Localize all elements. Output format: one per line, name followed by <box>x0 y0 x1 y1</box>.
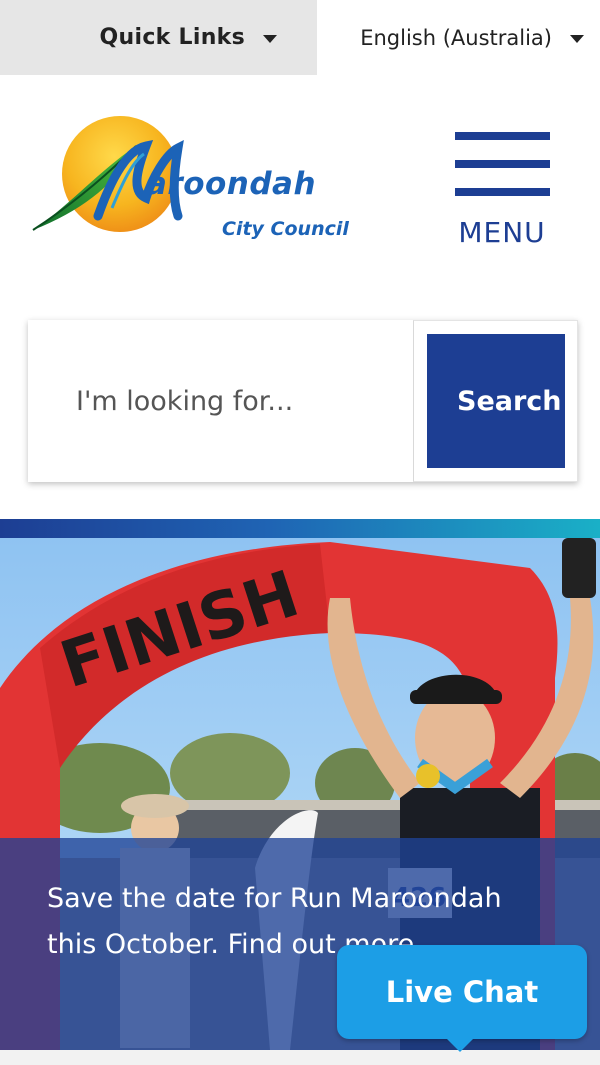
logo-subtitle: City Council <box>222 218 349 240</box>
hamburger-icon <box>455 132 550 140</box>
maroondah-logo[interactable]: aroondah City Council <box>28 112 378 247</box>
search-box: Search <box>28 320 578 482</box>
quick-links-label: Quick Links <box>99 25 245 50</box>
menu-label: MENU <box>458 216 546 249</box>
search-input[interactable] <box>28 320 413 482</box>
hamburger-bar <box>455 160 550 168</box>
speech-bubble-tail-icon <box>447 1039 473 1052</box>
live-chat-label: Live Chat <box>385 975 539 1009</box>
menu-button[interactable]: MENU <box>452 130 552 252</box>
search-button-frame: Search <box>413 320 578 482</box>
chevron-down-icon <box>263 34 277 43</box>
logo-wordmark: aroondah <box>146 166 317 202</box>
chevron-down-icon <box>570 34 584 43</box>
search-button[interactable]: Search <box>427 334 565 468</box>
page-bottom-strip <box>0 1050 600 1065</box>
live-chat-button[interactable]: Live Chat <box>337 945 587 1052</box>
quick-links-dropdown[interactable]: Quick Links <box>0 0 317 75</box>
top-bar: Quick Links English (Australia) <box>0 0 600 75</box>
hamburger-bar <box>455 188 550 196</box>
language-selector[interactable]: English (Australia) <box>317 0 600 75</box>
hero-accent-stripe <box>0 519 600 538</box>
language-label: English (Australia) <box>360 25 552 50</box>
